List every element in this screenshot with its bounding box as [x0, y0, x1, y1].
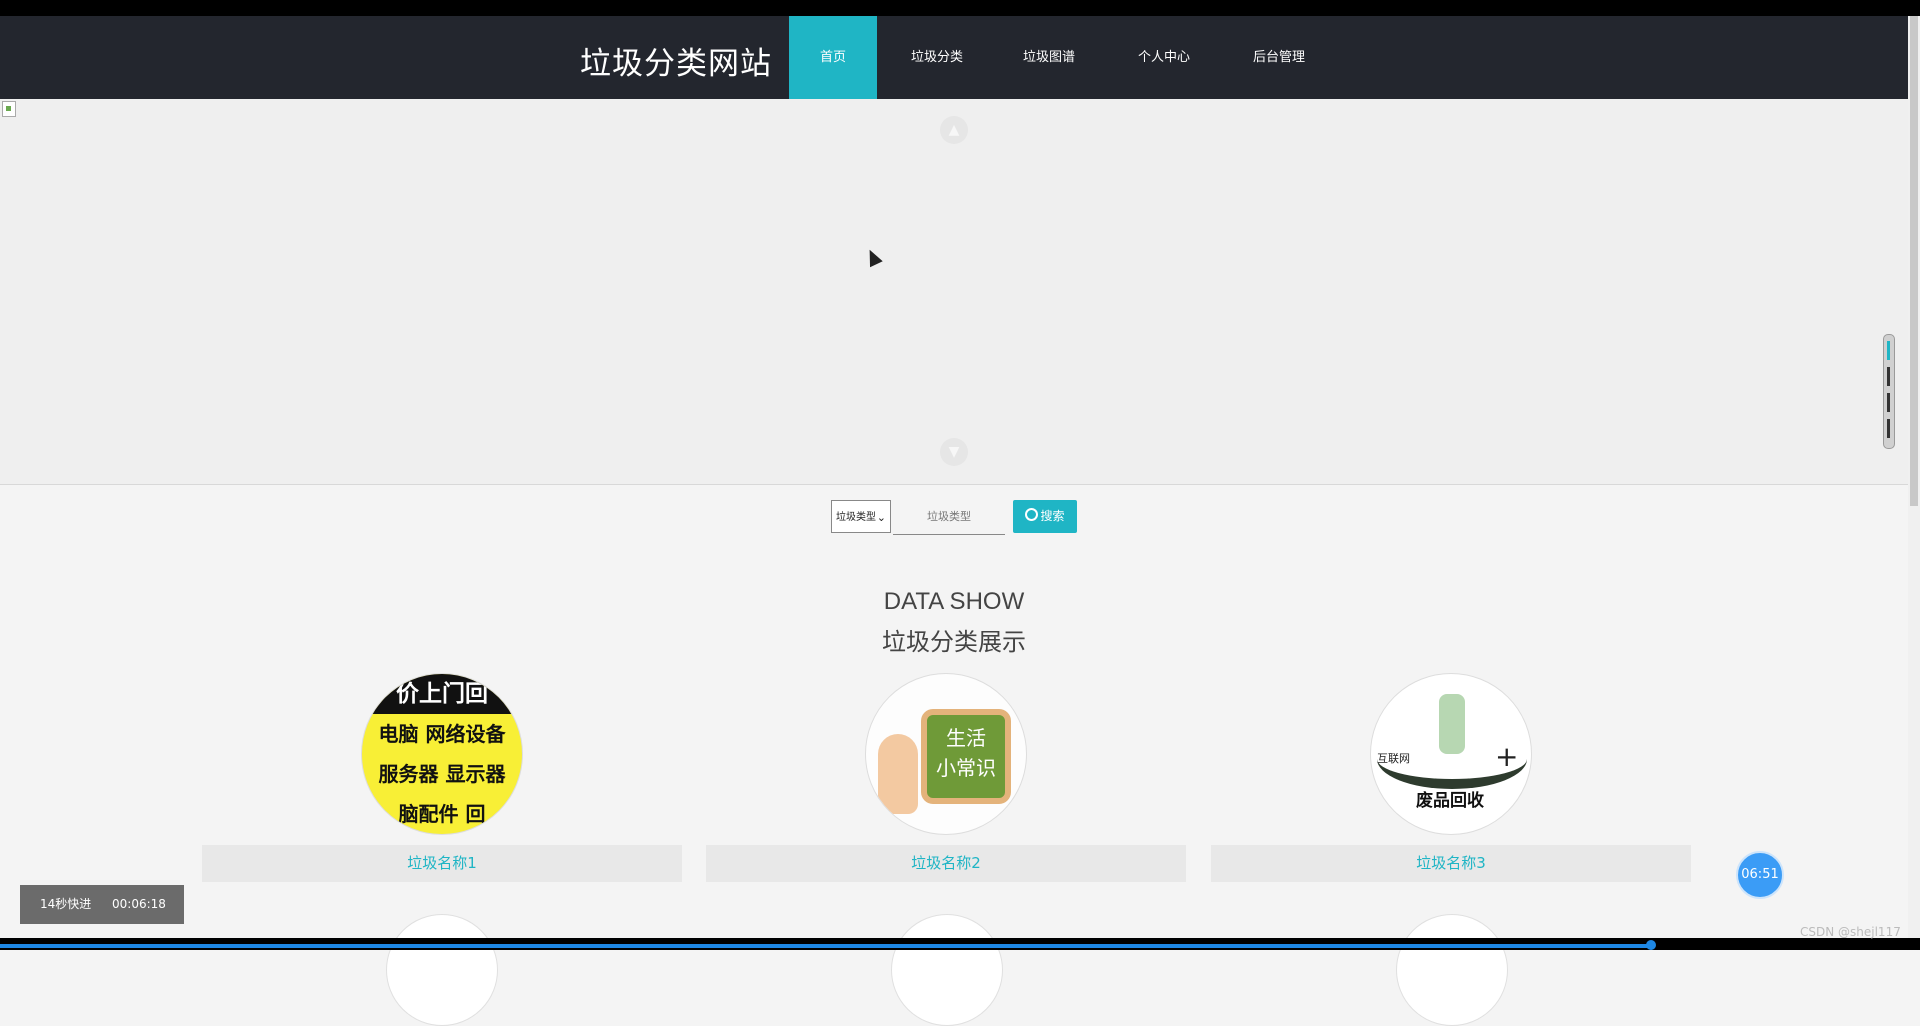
garbage-card-image-partial[interactable] [891, 914, 1003, 1026]
nav-item-admin[interactable]: 后台管理 [1235, 16, 1323, 99]
nav-item-personal-center[interactable]: 个人中心 [1120, 16, 1208, 99]
card-image-text: 生活 [946, 726, 986, 750]
carousel-pager-dot[interactable] [1887, 419, 1890, 438]
garbage-card-image[interactable]: 互联网 废品回收 + [1370, 673, 1532, 835]
timer-bubble[interactable]: 06:51 [1736, 851, 1784, 899]
chevron-down-icon: ⌄ [876, 511, 886, 524]
chalkboard-illustration: 生活 小常识 [921, 709, 1011, 804]
garbage-card-label[interactable]: 垃圾名称1 [202, 845, 682, 882]
page-scrollbar-thumb[interactable] [1910, 16, 1918, 506]
video-speed-label: 14秒快进 [40, 897, 92, 911]
video-speed-overlay: 14秒快进 00:06:18 [20, 885, 184, 924]
search-icon [1025, 508, 1039, 521]
garbage-card-image-partial[interactable] [1396, 914, 1508, 1026]
carousel-prev-button[interactable]: ▲ [940, 116, 968, 144]
screen-top-border [0, 0, 1920, 16]
card-image-text: 互联网 [1377, 752, 1410, 765]
garbage-card-label[interactable]: 垃圾名称2 [706, 845, 1186, 882]
watermark: CSDN @shejl117 [1800, 925, 1901, 939]
carousel-pager-dot[interactable] [1887, 367, 1890, 386]
nav-item-garbage-classification[interactable]: 垃圾分类 [893, 16, 981, 99]
section-title-cn: 垃圾分类展示 [882, 629, 1026, 656]
garbage-card-image-partial[interactable] [386, 914, 498, 1026]
nav-item-home[interactable]: 首页 [789, 16, 877, 99]
search-input[interactable]: 垃圾类型 [893, 500, 1005, 535]
handshake-illustration [1439, 694, 1465, 754]
garbage-type-select[interactable]: 垃圾类型 ⌄ [831, 500, 891, 533]
garbage-card-image[interactable]: 价上门回 电脑 网络设备 服务器 显示器 脑配件 回 [361, 673, 523, 835]
video-time-label: 00:06:18 [112, 897, 166, 911]
card-image-text: 废品回收 [1416, 791, 1484, 811]
card-image-text: 服务器 显示器 [378, 762, 506, 786]
garbage-card-label[interactable]: 垃圾名称3 [1211, 845, 1691, 882]
garbage-card-image[interactable]: 生活 小常识 [865, 673, 1027, 835]
card-image-text: 价上门回 [362, 674, 522, 714]
card-image-text: + [1495, 740, 1519, 773]
carousel-pager-dot[interactable] [1887, 393, 1890, 412]
banner-carousel: ▲ ▼ [0, 99, 1908, 485]
search-button[interactable]: 搜索 [1013, 500, 1077, 533]
search-button-label: 搜索 [1040, 509, 1065, 523]
site-brand[interactable]: 垃圾分类网站 [580, 38, 772, 83]
nav-item-garbage-atlas[interactable]: 垃圾图谱 [1005, 16, 1093, 99]
card-image-text: 脑配件 回 [398, 802, 486, 826]
broken-image-icon [2, 101, 16, 117]
carousel-pager [1883, 334, 1895, 449]
cartoon-kid-illustration [878, 734, 918, 814]
carousel-next-button[interactable]: ▼ [940, 438, 968, 466]
page-scrollbar[interactable] [1908, 16, 1920, 938]
section-title-en: DATA SHOW [883, 588, 1025, 615]
playback-progress-bar[interactable] [0, 944, 1652, 948]
card-image-text: 电脑 网络设备 [378, 722, 506, 746]
garbage-type-select-value: 垃圾类型 [836, 512, 876, 523]
carousel-pager-dot[interactable] [1887, 341, 1890, 360]
card-image-text: 小常识 [936, 756, 996, 780]
top-navbar: 垃圾分类网站 首页 垃圾分类 垃圾图谱 个人中心 后台管理 [0, 16, 1908, 99]
